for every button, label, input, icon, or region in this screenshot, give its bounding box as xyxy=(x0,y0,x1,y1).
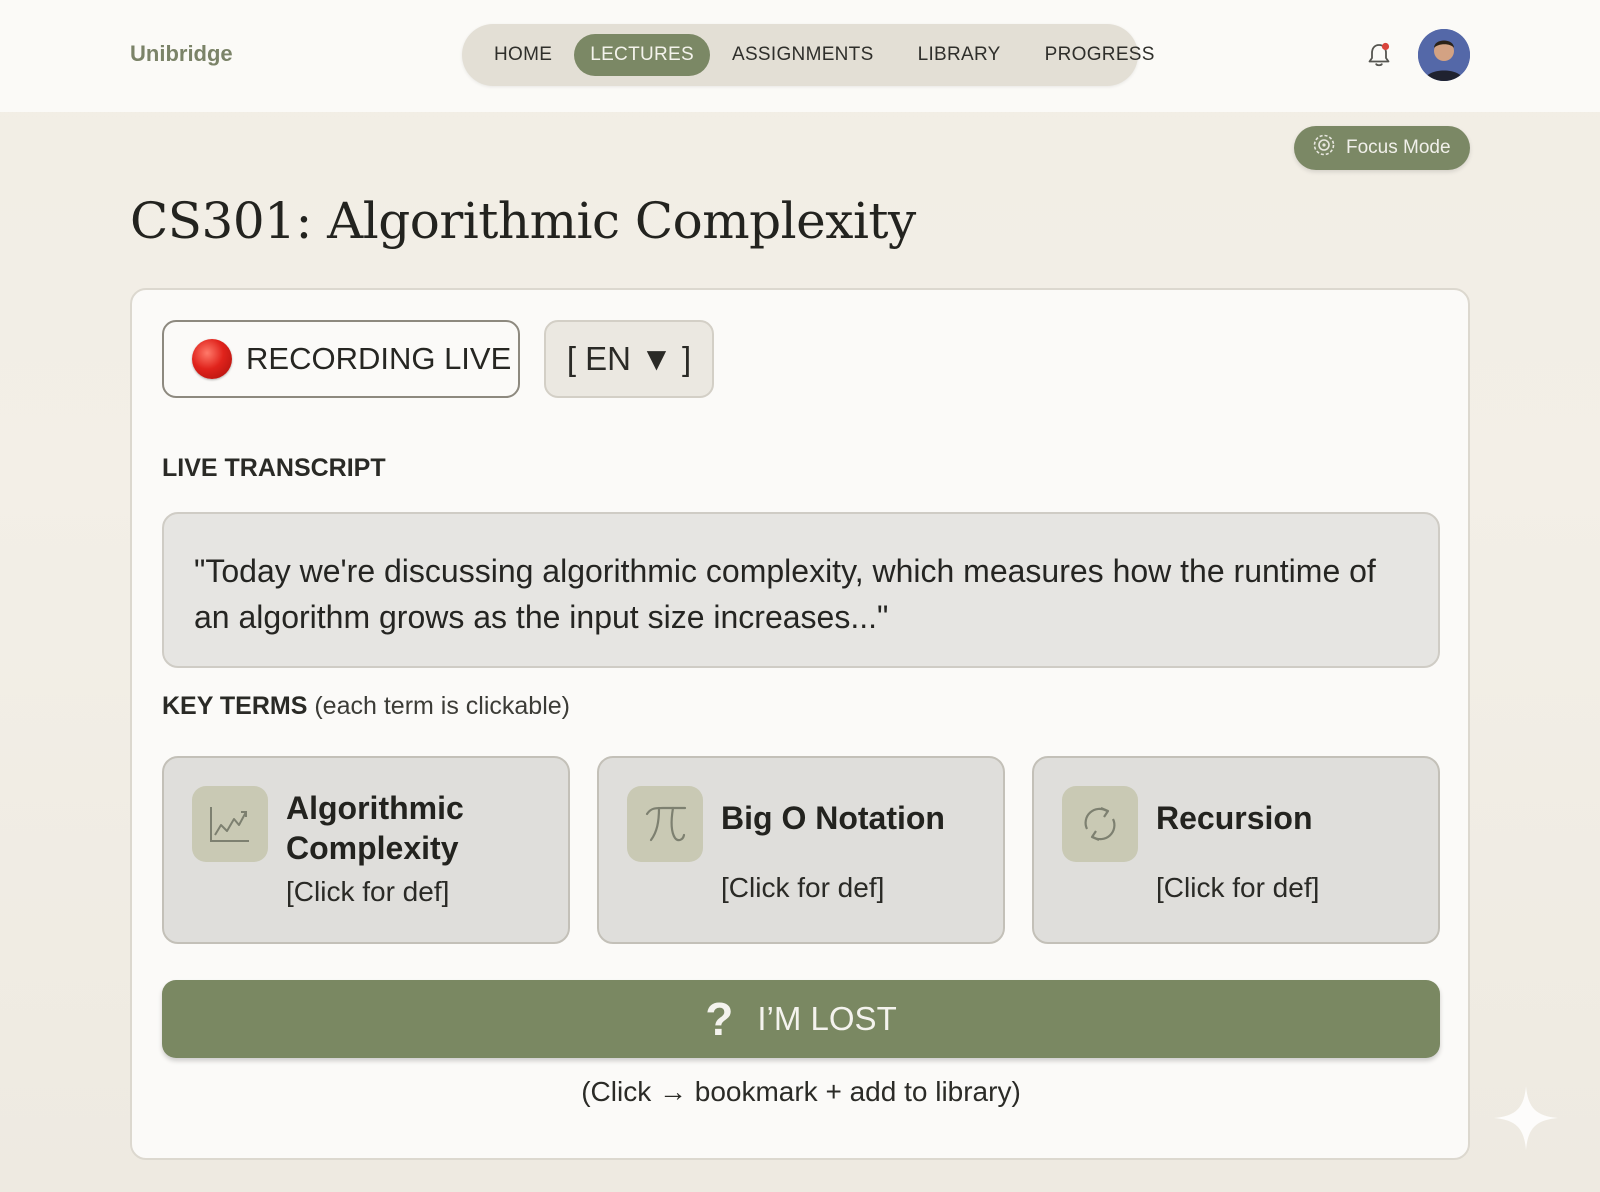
top-bar: Unibridge HOME LECTURES ASSIGNMENTS LIBR… xyxy=(0,0,1600,112)
term-card-recursion[interactable]: Recursion [Click for def] xyxy=(1032,756,1440,944)
im-lost-label: I’M LOST xyxy=(757,1000,897,1037)
language-select[interactable]: [ EN ▼ ] xyxy=(544,320,714,398)
focus-target-icon xyxy=(1312,133,1336,163)
chart-trend-icon xyxy=(192,786,268,862)
nav-item-home[interactable]: HOME xyxy=(472,34,574,76)
term-card-algorithmic-complexity[interactable]: Algorithmic Complexity [Click for def] xyxy=(162,756,570,944)
key-terms-heading: KEY TERMS (each term is clickable) xyxy=(162,692,570,721)
term-name: Algorithmic Complexity xyxy=(286,790,464,866)
im-lost-button[interactable]: ? I’M LOST xyxy=(162,980,1440,1058)
term-definition-link[interactable]: [Click for def] xyxy=(721,872,884,904)
main-nav: HOME LECTURES ASSIGNMENTS LIBRARY PROGRE… xyxy=(462,24,1154,86)
nav-item-progress[interactable]: PROGRESS xyxy=(1023,34,1177,76)
recording-live-button[interactable]: RECORDING LIVE xyxy=(162,320,520,398)
focus-mode-button[interactable]: Focus Mode xyxy=(1294,126,1470,170)
term-name: Recursion xyxy=(1156,800,1313,836)
bell-icon[interactable] xyxy=(1366,41,1392,69)
record-dot-icon xyxy=(192,339,232,379)
cycle-arrows-icon xyxy=(1062,786,1138,862)
im-lost-hint: (Click → bookmark + add to library) xyxy=(581,1076,1021,1107)
nav-item-lectures[interactable]: LECTURES xyxy=(574,34,710,76)
transcript-heading: LIVE TRANSCRIPT xyxy=(162,454,386,482)
term-definition-link[interactable]: [Click for def] xyxy=(286,876,449,908)
sparkle-icon xyxy=(1494,1086,1558,1150)
question-icon: ? xyxy=(705,993,734,1045)
nav-item-assignments[interactable]: ASSIGNMENTS xyxy=(710,34,896,76)
key-terms-subtitle: (each term is clickable) xyxy=(314,692,570,720)
page-title: CS301: Algorithmic Complexity xyxy=(130,192,916,250)
term-definition-link[interactable]: [Click for def] xyxy=(1156,872,1319,904)
term-name: Big O Notation xyxy=(721,800,945,836)
user-avatar[interactable] xyxy=(1418,29,1470,81)
key-terms-list: Algorithmic Complexity [Click for def] B… xyxy=(162,756,1440,944)
focus-mode-label: Focus Mode xyxy=(1346,137,1451,158)
live-transcript: "Today we're discussing algorithmic comp… xyxy=(162,512,1440,668)
recording-label: RECORDING LIVE xyxy=(246,341,512,376)
pi-icon xyxy=(627,786,703,862)
nav-item-library[interactable]: LIBRARY xyxy=(896,34,1023,76)
brand-logo[interactable]: Unibridge xyxy=(130,41,233,67)
key-terms-title: KEY TERMS xyxy=(162,692,308,720)
lecture-panel: RECORDING LIVE [ EN ▼ ] LIVE TRANSCRIPT … xyxy=(130,288,1470,1160)
term-card-big-o-notation[interactable]: Big O Notation [Click for def] xyxy=(597,756,1005,944)
